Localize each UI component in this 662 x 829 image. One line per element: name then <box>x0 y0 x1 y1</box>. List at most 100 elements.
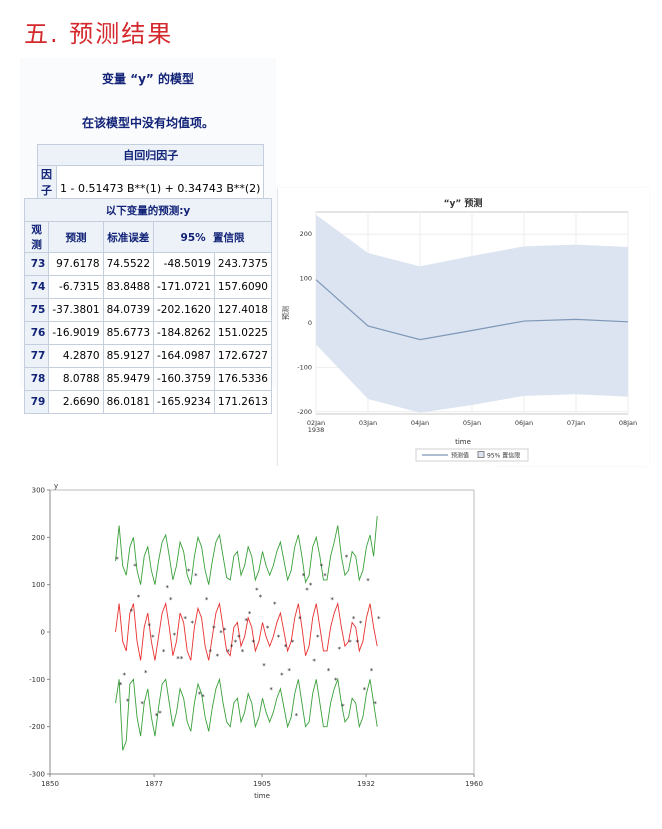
obs-cell: 74 <box>23 275 50 299</box>
value-cell: 84.0739 <box>102 298 155 322</box>
x-tick-label: 1905 <box>253 780 271 788</box>
forecast-chart-panel: “y” 预测 02Jan 03Jan 04Jan 05Jan 06Jan 07Jan 08Ja… <box>277 188 649 466</box>
value-cell: 127.4018 <box>213 298 273 322</box>
sas-output-panel: 变量 “y” 的模型 在该模型中没有均值项。 自回归因子 因子 1: 1 - 0… <box>20 58 276 414</box>
x-tick-label: 05Jan <box>463 419 481 427</box>
value-cell: 85.9479 <box>102 367 155 391</box>
data-point: * <box>140 700 144 708</box>
forecast-chart: “y” 预测02Jan 03Jan 04Jan 05Jan 06Jan 07Jan 08Ja… <box>281 197 637 462</box>
value-cell: 4.2870 <box>48 344 104 368</box>
x-tick-label: 07Jan <box>567 419 585 427</box>
data-point: * <box>212 624 216 632</box>
data-point: * <box>126 698 130 706</box>
value-cell: 243.7375 <box>213 252 273 276</box>
y-tick-label: -200 <box>29 723 45 731</box>
data-point: * <box>122 672 126 680</box>
value-cell: -37.3801 <box>48 298 104 322</box>
value-cell: 74.5522 <box>102 252 155 276</box>
y-tick-label: 300 <box>32 487 45 495</box>
data-point: * <box>251 638 255 646</box>
data-point: * <box>191 620 195 628</box>
table-row: 75 -37.3801 84.0739 -202.1620 127.4018 <box>23 298 273 322</box>
data-point: * <box>373 700 377 708</box>
y-tick-label: 200 <box>32 534 45 542</box>
data-point: * <box>302 572 306 580</box>
data-point: * <box>273 601 277 609</box>
data-point: * <box>208 648 212 656</box>
obs-cell: 76 <box>23 321 50 345</box>
data-point: * <box>194 572 198 580</box>
table-row: 79 2.6690 86.0181 -165.9234 171.2613 <box>23 390 273 414</box>
data-point: * <box>241 648 245 656</box>
data-point: * <box>187 567 191 575</box>
data-point: * <box>259 594 263 602</box>
data-point: * <box>316 634 320 642</box>
obs-cell: 73 <box>23 252 50 276</box>
legend-label: 预测值 <box>451 452 469 460</box>
x-tick-label: 1877 <box>145 780 163 788</box>
value-cell: 157.6090 <box>213 275 273 299</box>
value-cell: 8.0788 <box>48 367 104 391</box>
value-cell: 176.5336 <box>213 367 273 391</box>
value-cell: -16.9019 <box>48 321 104 345</box>
data-point: * <box>359 620 363 628</box>
value-cell: -165.9234 <box>153 390 215 414</box>
x-tick-label: 1850 <box>41 780 59 788</box>
chart-title: “y” 预测 <box>444 197 483 209</box>
data-point: * <box>309 582 313 590</box>
data-point: * <box>287 667 291 675</box>
data-point: * <box>320 563 324 571</box>
data-point: * <box>295 712 299 720</box>
y-tick-label: -100 <box>297 363 312 371</box>
x-tick-label: 1932 <box>357 780 375 788</box>
data-point: * <box>345 553 349 561</box>
obs-cell: 77 <box>23 344 50 368</box>
data-point: * <box>201 693 205 701</box>
data-point: * <box>338 646 342 654</box>
series-chart: -300 -200 -100 0 100 200 300 1850 1877 1905 1932 19… <box>29 482 483 800</box>
value-cell: 85.9127 <box>102 344 155 368</box>
value-cell: -164.0987 <box>153 344 215 368</box>
y-tick-label: -200 <box>297 408 312 416</box>
data-point: * <box>312 657 316 665</box>
data-point: * <box>173 631 177 639</box>
data-point: * <box>115 556 119 564</box>
section-title: 预测结果 <box>69 20 174 48</box>
y-axis-label: 预测 <box>281 306 290 320</box>
data-point: * <box>151 634 155 642</box>
value-cell: -202.1620 <box>153 298 215 322</box>
data-point: * <box>352 615 356 623</box>
data-point: * <box>148 622 152 630</box>
obs-cell: 79 <box>23 390 50 414</box>
model-title: 变量 “y” 的模型 <box>102 72 194 86</box>
table-row: 73 97.6178 74.5522 -48.5019 243.7375 <box>23 252 273 276</box>
data-point: * <box>355 638 359 646</box>
data-point: * <box>137 594 141 602</box>
x-tick-label: 1960 <box>465 780 483 788</box>
table-row: 78 8.0788 85.9479 -160.3759 176.5336 <box>23 367 273 391</box>
data-point: * <box>377 615 381 623</box>
value-cell: 97.6178 <box>48 252 104 276</box>
value-cell: 85.6773 <box>102 321 155 345</box>
x-tick-label: 06Jan <box>515 419 533 427</box>
data-point: * <box>169 596 173 604</box>
table-row: 76 -16.9019 85.6773 -184.8262 151.0225 <box>23 321 273 345</box>
value-cell: 83.8488 <box>102 275 155 299</box>
series-line-upper <box>115 515 378 585</box>
data-point: * <box>180 655 184 663</box>
data-point: * <box>298 615 302 623</box>
data-point: * <box>363 686 367 694</box>
data-point: * <box>330 596 334 604</box>
series-chart-panel: -300 -200 -100 0 100 200 300 1850 1877 1905 1932 19… <box>24 466 494 810</box>
y-tick-label: 100 <box>300 275 312 283</box>
data-point: * <box>277 634 281 642</box>
section-number: 五. <box>24 20 60 48</box>
value-cell: -184.8262 <box>153 321 215 345</box>
x-tick-label: 04Jan <box>411 419 429 427</box>
data-point: * <box>216 653 220 661</box>
legend-label: 95% 置信限 <box>487 452 520 460</box>
section-heading: 五. 预测结果 <box>24 14 173 49</box>
y-tick-label: -300 <box>29 771 45 779</box>
y-tick-label: 0 <box>41 629 45 637</box>
data-point: * <box>162 648 166 656</box>
